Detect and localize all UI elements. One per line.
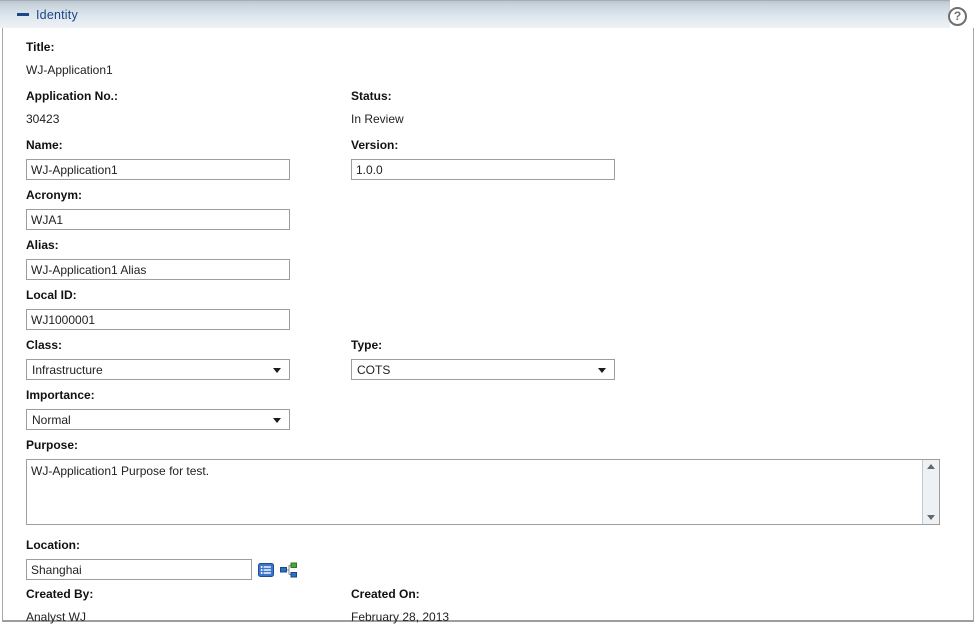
application-no-value: 30423 (26, 113, 351, 126)
class-select[interactable]: Infrastructure (26, 359, 290, 380)
alias-field: Alias: (26, 239, 351, 280)
local-id-row: Local ID: (26, 289, 973, 330)
local-id-label: Local ID: (26, 289, 351, 302)
minus-icon (17, 13, 29, 16)
importance-field: Importance: Normal (26, 389, 351, 430)
location-input[interactable] (26, 559, 252, 580)
version-label: Version: (351, 139, 676, 152)
location-list-picker-button[interactable] (258, 562, 274, 578)
alias-input[interactable] (26, 259, 290, 280)
list-picker-icon (258, 562, 274, 578)
name-input[interactable] (26, 159, 290, 180)
alias-row: Alias: (26, 239, 973, 280)
application-no-field: Application No.: 30423 (26, 90, 351, 126)
class-select-value: Infrastructure (32, 363, 103, 377)
importance-select-value: Normal (32, 413, 71, 427)
acronym-input[interactable] (26, 209, 290, 230)
status-label: Status: (351, 90, 676, 103)
purpose-label: Purpose: (26, 439, 940, 452)
title-label: Title: (26, 41, 351, 54)
local-id-input[interactable] (26, 309, 290, 330)
title-value: WJ-Application1 (26, 64, 351, 77)
type-field: Type: COTS (351, 339, 676, 380)
appno-status-row: Application No.: 30423 Status: In Review (26, 90, 973, 126)
triangle-down-icon[interactable] (927, 515, 935, 520)
type-label: Type: (351, 339, 676, 352)
location-field: Location: (26, 539, 297, 580)
location-label: Location: (26, 539, 297, 552)
triangle-up-icon[interactable] (927, 464, 935, 469)
acronym-field: Acronym: (26, 189, 351, 230)
hierarchy-icon (280, 562, 297, 578)
help-button[interactable]: ? (948, 7, 967, 26)
created-on-field: Created On: February 28, 2013 (351, 588, 676, 624)
class-field: Class: Infrastructure (26, 339, 351, 380)
type-select[interactable]: COTS (351, 359, 615, 380)
version-field: Version: (351, 139, 676, 180)
alias-label: Alias: (26, 239, 351, 252)
purpose-field: Purpose: WJ-Application1 Purpose for tes… (26, 439, 940, 530)
created-by-field: Created By: Analyst WJ (26, 588, 351, 624)
class-label: Class: (26, 339, 351, 352)
triangle-down-icon (273, 418, 281, 423)
created-on-label: Created On: (351, 588, 676, 601)
identity-section-header: Identity (0, 0, 950, 28)
collapse-section-button[interactable] (17, 9, 29, 21)
class-type-row: Class: Infrastructure Type: COTS (26, 339, 973, 380)
status-value: In Review (351, 113, 676, 126)
triangle-down-icon (273, 368, 281, 373)
created-by-value: Analyst WJ (26, 611, 351, 624)
location-hierarchy-button[interactable] (280, 562, 297, 578)
location-row: Location: (26, 539, 973, 580)
acronym-label: Acronym: (26, 189, 351, 202)
title-row: Title: WJ-Application1 (26, 41, 973, 77)
version-input[interactable] (351, 159, 615, 180)
triangle-down-icon (598, 368, 606, 373)
purpose-scrollbar[interactable] (922, 460, 939, 524)
purpose-text: WJ-Application1 Purpose for test. (31, 464, 209, 478)
identity-panel-body: Title: WJ-Application1 Application No.: … (2, 28, 974, 622)
acronym-row: Acronym: (26, 189, 973, 230)
application-no-label: Application No.: (26, 90, 351, 103)
purpose-row: Purpose: WJ-Application1 Purpose for tes… (26, 439, 973, 530)
title-field: Title: WJ-Application1 (26, 41, 351, 77)
local-id-field: Local ID: (26, 289, 351, 330)
name-field: Name: (26, 139, 351, 180)
purpose-textarea[interactable]: WJ-Application1 Purpose for test. (26, 459, 940, 525)
importance-row: Importance: Normal (26, 389, 973, 430)
name-version-row: Name: Version: (26, 139, 973, 180)
name-label: Name: (26, 139, 351, 152)
importance-select[interactable]: Normal (26, 409, 290, 430)
type-select-value: COTS (357, 363, 390, 377)
created-on-value: February 28, 2013 (351, 611, 676, 624)
importance-label: Importance: (26, 389, 351, 402)
section-title: Identity (36, 8, 78, 22)
created-row: Created By: Analyst WJ Created On: Febru… (26, 588, 973, 624)
created-by-label: Created By: (26, 588, 351, 601)
question-mark-icon: ? (954, 9, 961, 23)
status-field: Status: In Review (351, 90, 676, 126)
